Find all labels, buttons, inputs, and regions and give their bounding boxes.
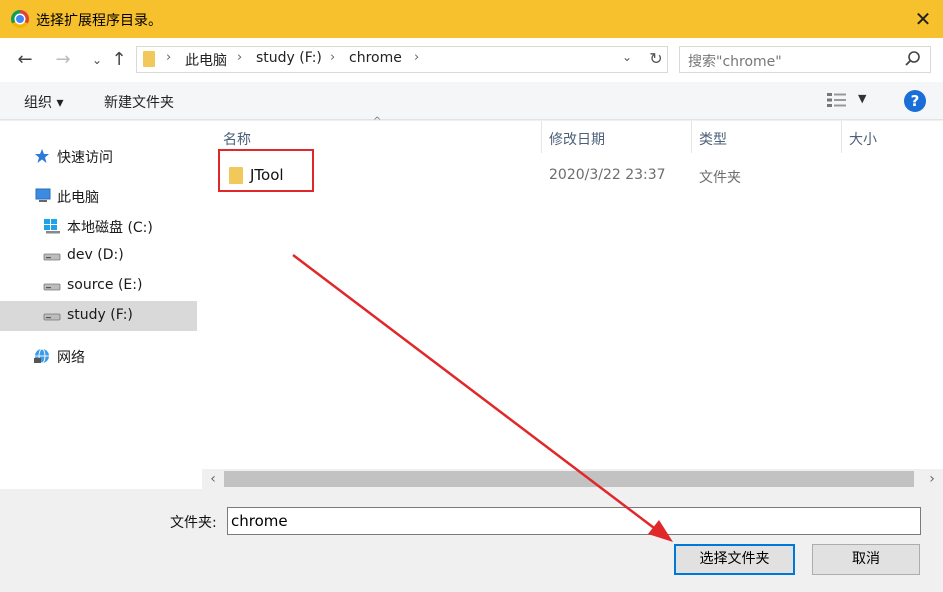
forward-button[interactable]: → [52,48,74,72]
windows-drive-icon [44,219,60,234]
breadcrumb-separator[interactable]: › [330,50,335,65]
help-icon[interactable]: ? [904,90,926,112]
search-icon[interactable] [904,49,922,69]
chrome-icon [11,10,29,28]
column-divider[interactable] [691,121,692,153]
drive-icon [43,253,61,261]
new-folder-button[interactable]: 新建文件夹 [104,92,174,112]
sidebar-label: study (F:) [67,307,133,323]
file-type: 文件夹 [699,170,741,186]
view-dropdown-button[interactable]: ▼ [858,92,866,105]
sidebar-item-network[interactable]: 网络 [0,341,197,371]
column-header-name[interactable]: 名称 [223,129,251,149]
select-folder-button[interactable]: 选择文件夹 [674,544,795,575]
star-icon [35,149,49,163]
breadcrumb-separator[interactable]: › [237,50,242,65]
up-button[interactable]: ↑ [108,48,130,72]
breadcrumb-chrome[interactable]: chrome [349,50,402,66]
column-header-size[interactable]: 大小 [849,129,877,149]
sort-ascending-icon: ^ [373,116,382,127]
sidebar-label: 快速访问 [57,150,113,166]
file-modified-date: 2020/3/22 23:37 [549,167,666,183]
annotation-highlight-box [218,149,314,192]
breadcrumb-separator[interactable]: › [414,50,419,65]
sidebar-item-drive-f[interactable]: study (F:) [0,301,197,331]
view-options-icon[interactable] [826,92,848,108]
window-title: 选择扩展程序目录。 [36,13,162,29]
drive-icon [43,313,61,321]
sidebar-item-drive-d[interactable]: dev (D:) [0,241,197,271]
sidebar-label: source (E:) [67,277,143,293]
scrollbar-thumb[interactable] [224,471,914,487]
sidebar-item-quick-access[interactable]: 快速访问 [0,141,197,171]
recent-locations-button[interactable]: ⌄ [86,48,108,72]
scroll-right-button[interactable]: › [925,471,939,487]
network-icon [34,348,49,364]
sidebar-item-drive-c[interactable]: 本地磁盘 (C:) [0,211,197,241]
breadcrumb-study[interactable]: study (F:) [256,50,322,66]
sidebar-label: 此电脑 [57,190,99,206]
folder-icon [143,51,155,67]
folder-name-input[interactable] [227,507,921,535]
column-divider[interactable] [841,121,842,153]
close-button[interactable]: ✕ [906,4,940,34]
sidebar-label: 网络 [57,350,85,366]
breadcrumb-this-pc[interactable]: 此电脑 [185,50,227,70]
back-button[interactable]: ← [14,48,36,72]
column-header-date[interactable]: 修改日期 [549,129,605,149]
organize-button[interactable]: 组织 ▾ [24,92,63,112]
sidebar-item-drive-e[interactable]: source (E:) [0,271,197,301]
cancel-button[interactable]: 取消 [812,544,920,575]
drive-icon [43,283,61,291]
computer-icon [35,188,51,202]
sidebar-label: 本地磁盘 (C:) [67,220,153,236]
breadcrumb-separator[interactable]: › [166,50,171,65]
search-placeholder: 搜索"chrome" [688,54,782,70]
scroll-left-button[interactable]: ‹ [206,471,220,487]
address-dropdown-button[interactable]: ⌄ [622,50,632,64]
folder-field-label: 文件夹: [170,515,217,531]
refresh-button[interactable]: ↻ [646,47,666,71]
column-header-type[interactable]: 类型 [699,129,727,149]
sidebar-item-this-pc[interactable]: 此电脑 [0,181,197,211]
sidebar-label: dev (D:) [67,247,124,263]
column-divider[interactable] [541,121,542,153]
